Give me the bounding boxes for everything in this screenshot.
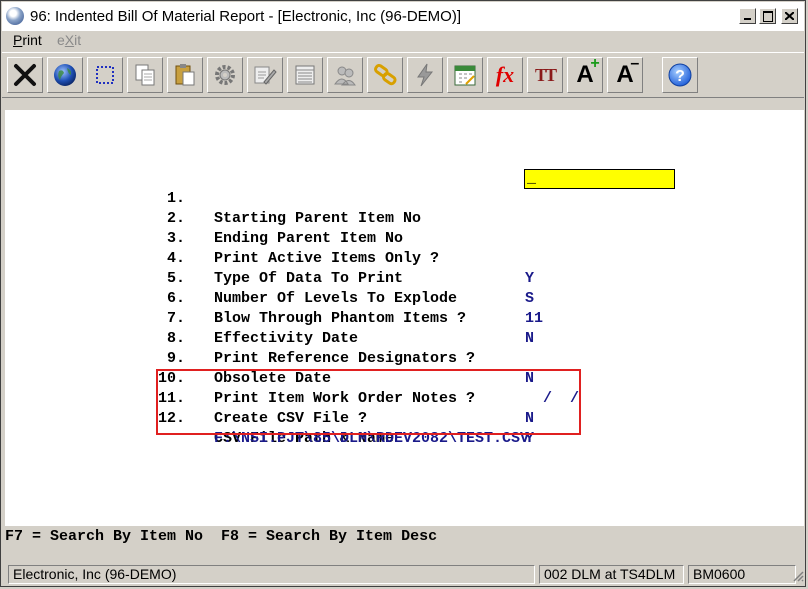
close-button[interactable]	[781, 8, 798, 24]
font-decrease-button[interactable]: A –	[607, 55, 643, 93]
report-form: _ 1. Starting Parent Item No 2. Ending P…	[5, 110, 804, 526]
function-key-hints: F7 = Search By Item No F8 = Search By It…	[5, 528, 438, 545]
users-button[interactable]	[327, 57, 363, 93]
resize-grip-icon[interactable]	[792, 569, 804, 583]
menu-print-rest: rint	[22, 32, 42, 48]
row-label: Starting Parent Item No	[214, 210, 422, 227]
row-value[interactable]: 11	[525, 309, 543, 329]
close-x-icon	[14, 64, 36, 86]
calendar-icon	[454, 65, 476, 86]
menu-exit-pre: e	[57, 32, 65, 48]
select-button[interactable]	[87, 57, 123, 93]
row-value[interactable]: N	[525, 329, 534, 349]
function-fx-icon: fx	[495, 62, 515, 87]
minus-sign: –	[630, 55, 640, 72]
link-icon	[374, 63, 397, 86]
link-button[interactable]	[367, 57, 403, 93]
close-icon	[785, 12, 794, 20]
plus-sign: +	[590, 55, 600, 72]
app-window: 96: Indented Bill Of Material Report - […	[0, 0, 806, 587]
status-program-code: BM0600	[688, 565, 796, 584]
close-x-button[interactable]	[7, 57, 43, 93]
copy-button[interactable]	[127, 57, 163, 93]
maximize-button[interactable]	[759, 8, 776, 24]
row-label: Blow Through Phantom Items ?	[214, 310, 467, 327]
menu-exit-rest: it	[74, 32, 82, 48]
select-rectangle-icon	[96, 66, 114, 84]
menu-exit[interactable]: eXit	[57, 32, 81, 48]
row-label: Number Of Levels To Explode	[214, 290, 458, 307]
function-button[interactable]: fx	[487, 57, 523, 93]
paste-icon	[175, 64, 195, 86]
copy-icon	[135, 64, 155, 86]
font-decrease-icon: A –	[616, 55, 639, 89]
text-size-icon: TT	[534, 64, 557, 85]
app-logo-icon[interactable]	[6, 7, 24, 25]
status-company: Electronic, Inc (96-DEMO)	[8, 565, 535, 584]
row-label: Print Reference Designators ?	[214, 350, 476, 367]
edit-form-icon	[254, 66, 277, 85]
row-value[interactable]: S	[525, 289, 534, 309]
lightning-icon	[417, 63, 434, 87]
paste-button[interactable]	[167, 57, 203, 93]
list-button[interactable]	[287, 57, 323, 93]
toolbar: fx TT A + A – ?	[2, 52, 804, 98]
settings-button[interactable]	[207, 57, 243, 93]
calendar-button[interactable]	[447, 57, 483, 93]
row-value[interactable]: Y	[525, 269, 534, 289]
row-label: Print Active Items Only ?	[214, 250, 440, 267]
edit-button[interactable]	[247, 57, 283, 93]
globe-button[interactable]	[47, 57, 83, 93]
row-label: Effectivity Date	[214, 330, 359, 347]
list-icon	[295, 65, 315, 85]
menu-bar: Print eXit	[2, 31, 804, 50]
row-label: Ending Parent Item No	[214, 230, 404, 247]
gear-icon	[215, 65, 235, 85]
menu-print[interactable]: Print	[13, 32, 42, 48]
minimize-button[interactable]	[739, 8, 756, 24]
globe-icon	[54, 64, 76, 86]
status-bar: Electronic, Inc (96-DEMO) 002 DLM at TS4…	[2, 563, 804, 586]
help-button[interactable]: ?	[662, 57, 698, 93]
text-size-button[interactable]: TT	[527, 57, 563, 93]
lightning-button[interactable]	[407, 57, 443, 93]
window-title: 96: Indented Bill Of Material Report - […	[30, 8, 461, 25]
menu-print-accel: P	[13, 32, 23, 48]
font-increase-button[interactable]: A +	[567, 55, 603, 93]
starting-parent-item-input[interactable]: _	[524, 169, 675, 189]
font-increase-icon: A +	[576, 55, 599, 89]
menu-exit-accel: X	[64, 32, 75, 48]
row-label: Type Of Data To Print	[214, 270, 404, 287]
help-glyph: ?	[675, 68, 685, 85]
csv-options-highlight	[156, 369, 581, 435]
title-bar[interactable]: 96: Indented Bill Of Material Report - […	[2, 2, 804, 31]
users-icon	[334, 66, 356, 86]
status-user: 002 DLM at TS4DLM	[539, 565, 684, 584]
help-icon: ?	[668, 63, 692, 87]
